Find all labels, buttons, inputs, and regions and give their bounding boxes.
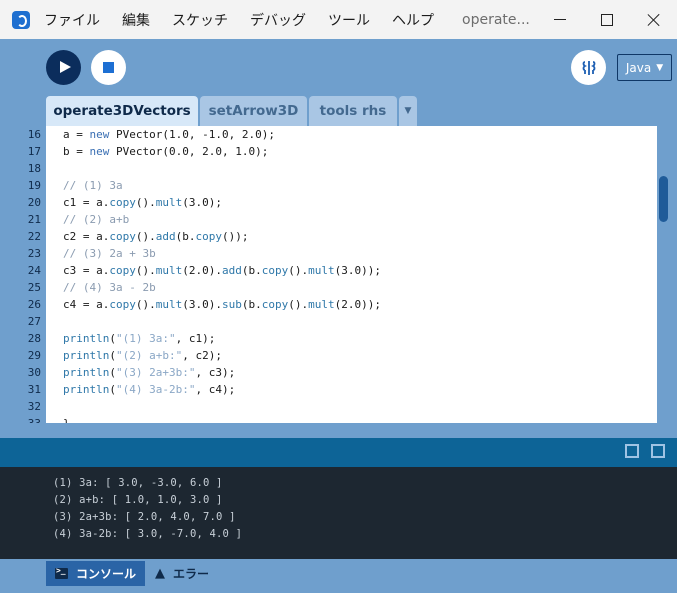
debugger-button[interactable] (571, 50, 606, 85)
menu-sketch[interactable]: スケッチ (172, 10, 228, 30)
code-line: 17 b = new PVector(0.0, 2.0, 1.0); (0, 143, 657, 160)
line-number: 33 (0, 415, 41, 423)
code-text: c1 = a.copy().mult(3.0); (63, 196, 222, 209)
console-line: (4) 3a-2b: [ 3.0, -7.0, 4.0 ] (53, 528, 243, 540)
line-number: 22 (27, 230, 41, 243)
stop-button[interactable] (91, 50, 126, 85)
line-number: 18 (27, 162, 41, 175)
run-button[interactable] (46, 50, 81, 85)
clear-icon[interactable] (651, 444, 665, 458)
code-text: // (1) 3a (63, 179, 123, 192)
tab-setArrow3D[interactable]: setArrow3D (200, 96, 307, 126)
menu-debug[interactable]: デバッグ (250, 10, 306, 30)
line-number: 31 (27, 383, 41, 396)
code-text: c4 = a.copy().mult(3.0).sub(b.copy().mul… (63, 298, 381, 311)
code-line: 19 // (1) 3a (0, 177, 657, 194)
terminal-icon (54, 566, 68, 579)
line-number: 17 (27, 145, 41, 158)
code-text: println("(3) 2a+3b:", c3); (63, 366, 236, 379)
maximize-button[interactable] (583, 0, 630, 39)
code-line: 30 println("(3) 2a+3b:", c3); (0, 364, 657, 381)
console-toolbar (625, 444, 677, 458)
code-text: // (3) 2a + 3b (63, 247, 156, 260)
code-line: 18 (0, 160, 657, 177)
tab-console[interactable]: コンソール (46, 561, 145, 586)
code-text: println("(4) 3a-2b:", c4); (63, 383, 236, 396)
close-icon (647, 13, 661, 27)
editor-scrollbar[interactable] (657, 126, 677, 423)
console-tab-label: コンソール (75, 567, 136, 581)
code-line: 31 println("(4) 3a-2b:", c4); (0, 381, 657, 398)
line-number: 20 (27, 196, 41, 209)
menu-help[interactable]: ヘルプ (392, 10, 434, 30)
code-text: } (63, 415, 70, 423)
code-line: 27 (0, 313, 657, 330)
line-number: 19 (27, 179, 41, 192)
window-controls (536, 0, 677, 39)
close-button[interactable] (630, 0, 677, 39)
processing-app-icon (12, 10, 30, 29)
code-text: c2 = a.copy().add(b.copy()); (63, 230, 249, 243)
minimize-icon (553, 19, 566, 20)
tab-operate3DVectors[interactable]: operate3DVectors (46, 96, 198, 126)
minimize-button[interactable] (536, 0, 583, 39)
code-line: 21 // (2) a+b (0, 211, 657, 228)
code-text: b = new PVector(0.0, 2.0, 1.0); (63, 145, 269, 158)
code-text: a = new PVector(1.0, -1.0, 2.0); (63, 128, 275, 141)
mode-label: Java (625, 60, 652, 75)
menu-edit[interactable]: 編集 (122, 10, 150, 30)
chevron-down-icon: ▼ (656, 62, 664, 73)
console-line: (3) 2a+3b: [ 2.0, 4.0, 7.0 ] (53, 511, 236, 523)
warning-icon: ▲ (155, 566, 165, 581)
code-line: 32 (0, 398, 657, 415)
code-line: 25 // (4) 3a - 2b (0, 279, 657, 296)
code-line: 20 c1 = a.copy().mult(3.0); (0, 194, 657, 211)
tab-errors[interactable]: ▲ エラー (155, 561, 209, 586)
tab-tools-rhs[interactable]: tools rhs (309, 96, 397, 126)
window-title: operate... (462, 11, 530, 28)
code-text: c3 = a.copy().mult(2.0).add(b.copy().mul… (63, 264, 381, 277)
console-output: (1) 3a: [ 3.0, -3.0, 6.0 ] (2) a+b: [ 1.… (0, 467, 677, 559)
editor-scrollbar-thumb[interactable] (659, 176, 668, 222)
console-line: (2) a+b: [ 1.0, 1.0, 3.0 ] (53, 494, 223, 506)
code-text: // (2) a+b (63, 213, 130, 226)
line-number: 27 (27, 315, 41, 328)
line-number: 28 (27, 332, 41, 345)
menu-tools[interactable]: ツール (328, 10, 370, 30)
line-number: 16 (27, 128, 41, 141)
line-number: 32 (27, 400, 41, 413)
code-line: 26 c4 = a.copy().mult(3.0).sub(b.copy().m… (0, 296, 657, 313)
code-text: println("(2) a+b:", c2); (63, 349, 222, 362)
line-number: 29 (27, 349, 41, 362)
console-header (0, 438, 677, 467)
code-line: 23 // (3) 2a + 3b (0, 245, 657, 262)
code-line: 28 println("(1) 3a:", c1); (0, 330, 657, 347)
menu-file[interactable]: ファイル (44, 10, 100, 30)
console-line: (1) 3a: [ 3.0, -3.0, 6.0 ] (53, 477, 223, 489)
maximize-icon (600, 13, 613, 26)
tabs-menu-button[interactable]: ▼ (399, 96, 417, 126)
line-number: 26 (27, 298, 41, 311)
copy-icon[interactable] (625, 444, 639, 458)
errors-tab-label: エラー (173, 567, 210, 581)
line-number: 24 (27, 264, 41, 277)
code-line: 29 println("(2) a+b:", c2); (0, 347, 657, 364)
code-editor: 16 a = new PVector(1.0, -1.0, 2.0); 17 b = … (0, 126, 657, 423)
code-line: 24 c3 = a.copy().mult(2.0).add(b.copy().m… (0, 262, 657, 279)
code-text: println("(1) 3a:", c1); (63, 332, 216, 345)
code-line: 16 a = new PVector(1.0, -1.0, 2.0); (0, 126, 657, 143)
line-number: 21 (27, 213, 41, 226)
mode-selector[interactable]: Java ▼ (617, 54, 672, 81)
sketch-tabs: operate3DVectors setArrow3D tools rhs ▼ (46, 96, 417, 126)
line-number: 25 (27, 281, 41, 294)
title-bar: ファイル 編集 スケッチ デバッグ ツール ヘルプ operate... (0, 0, 677, 39)
code-line: 33} (0, 415, 657, 423)
code-text: // (4) 3a - 2b (63, 281, 156, 294)
debugger-icon (582, 60, 595, 75)
code-line: 22 c2 = a.copy().add(b.copy()); (0, 228, 657, 245)
line-number: 30 (27, 366, 41, 379)
line-number: 23 (27, 247, 41, 260)
